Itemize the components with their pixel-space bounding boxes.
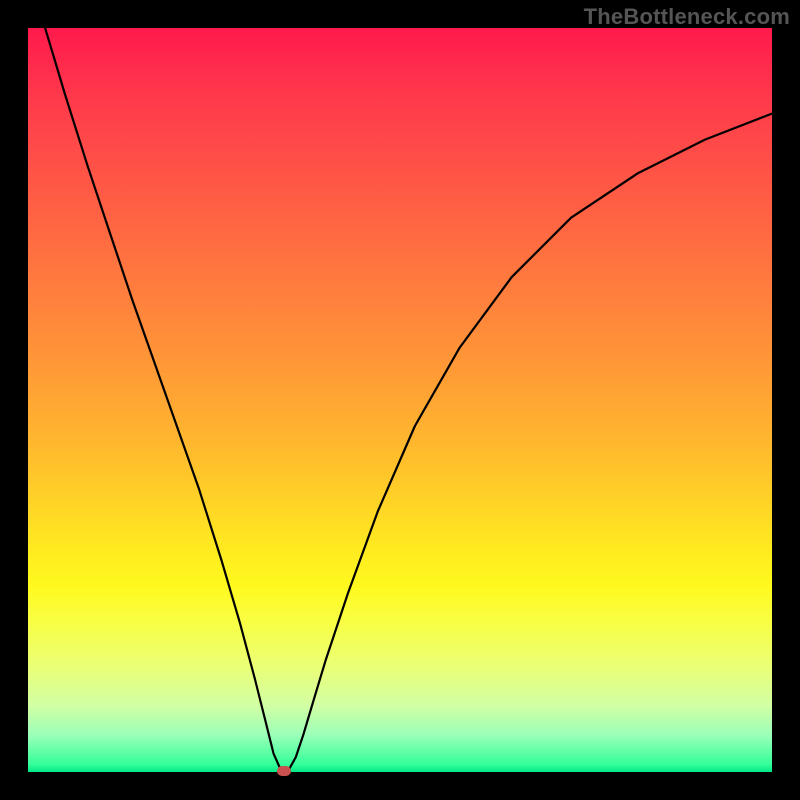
plot-area	[28, 28, 772, 772]
chart-frame: TheBottleneck.com	[0, 0, 800, 800]
attribution-label: TheBottleneck.com	[584, 4, 790, 30]
optimum-marker	[277, 766, 291, 776]
bottleneck-curve	[28, 28, 772, 772]
